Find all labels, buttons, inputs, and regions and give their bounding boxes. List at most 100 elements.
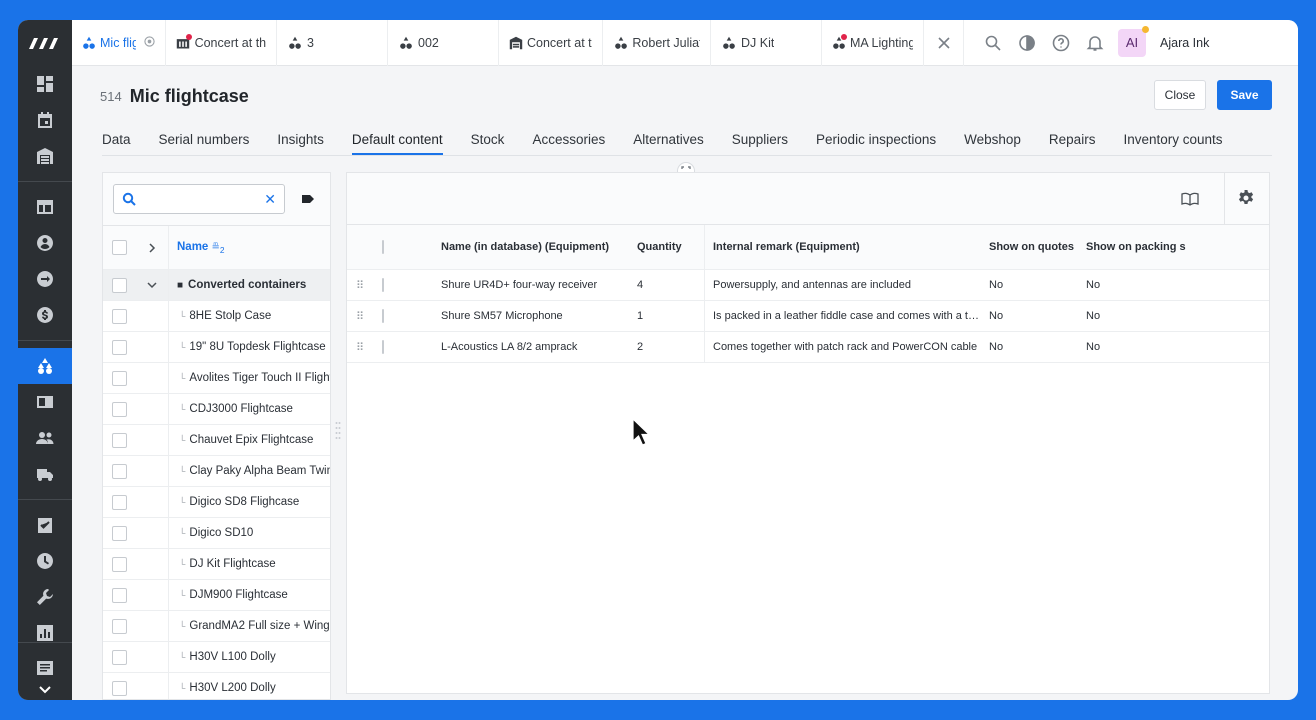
drag-handle-icon[interactable]: ⠿	[347, 279, 373, 292]
list-item-checkbox[interactable]	[112, 401, 127, 417]
tab-002[interactable]: 002	[388, 20, 499, 66]
chevron-down-icon[interactable]	[18, 686, 72, 700]
gear-icon[interactable]	[1237, 189, 1255, 207]
drag-handle-icon[interactable]: ⠿	[347, 310, 373, 323]
dashboard-icon[interactable]	[18, 66, 72, 102]
tab-webshop[interactable]: Webshop	[964, 124, 1021, 155]
cell-show-packing[interactable]: No	[1086, 310, 1186, 322]
list-item-checkbox[interactable]	[112, 587, 127, 603]
tab-inventory-counts[interactable]: Inventory counts	[1123, 124, 1222, 155]
cell-quantity[interactable]: 2	[628, 332, 705, 362]
list-item[interactable]: Digico SD8 Flighcase	[103, 486, 330, 517]
list-item-checkbox[interactable]	[112, 463, 127, 479]
list-item[interactable]: H30V L100 Dolly	[103, 641, 330, 672]
group-checkbox[interactable]	[112, 277, 127, 293]
column-header-show-quotes[interactable]: Show on quotes	[979, 241, 1086, 253]
tab-data[interactable]: Data	[102, 124, 131, 155]
cell-show-quotes[interactable]: No	[979, 279, 1086, 291]
list-item-checkbox[interactable]	[112, 494, 127, 510]
list-item[interactable]: DJM900 Flightcase	[103, 579, 330, 610]
close-button[interactable]: Close	[1154, 80, 1206, 110]
equipment-icon[interactable]	[18, 348, 72, 384]
cell-quantity[interactable]: 4	[628, 270, 705, 300]
tab-repairs[interactable]: Repairs	[1049, 124, 1096, 155]
tab-status-icon[interactable]	[144, 35, 155, 50]
tab-serial-numbers[interactable]: Serial numbers	[159, 124, 250, 155]
column-header-show-packing[interactable]: Show on packing sli	[1086, 241, 1186, 253]
cell-remark[interactable]: Is packed in a leather fiddle case and c…	[705, 310, 979, 322]
tab-periodic-inspections[interactable]: Periodic inspections	[816, 124, 936, 155]
list-item-checkbox[interactable]	[112, 649, 127, 665]
cell-show-quotes[interactable]: No	[979, 310, 1086, 322]
truck-icon[interactable]	[18, 456, 72, 492]
column-header-quantity[interactable]: Quantity	[628, 225, 705, 269]
column-header-name[interactable]: Name (in database) (Equipment)	[413, 241, 628, 253]
help-icon[interactable]	[1044, 20, 1078, 66]
bell-icon[interactable]	[1078, 20, 1112, 66]
tab-dj-kit[interactable]: DJ Kit	[711, 20, 822, 66]
table-row[interactable]: ⠿ Shure SM57 Microphone 1 Is packed in a le…	[347, 301, 1269, 332]
list-item[interactable]: H30V L200 Dolly	[103, 672, 330, 699]
tab-ma-lighting[interactable]: MA Lighting G	[822, 20, 924, 66]
cell-quantity[interactable]: 1	[628, 301, 705, 331]
tab-3[interactable]: 3	[277, 20, 388, 66]
theme-icon[interactable]	[1010, 20, 1044, 66]
tab-suppliers[interactable]: Suppliers	[732, 124, 788, 155]
list-item-checkbox[interactable]	[112, 308, 127, 324]
drag-handle-icon[interactable]: ⠿	[347, 341, 373, 354]
row-checkbox[interactable]	[382, 278, 384, 292]
list-item-checkbox[interactable]	[112, 618, 127, 634]
tab-robert-juliat[interactable]: Robert Juliat	[603, 20, 711, 66]
list-item-checkbox[interactable]	[112, 525, 127, 541]
table-row[interactable]: ⠿ Shure UR4D+ four-way receiver 4 Powersupp…	[347, 270, 1269, 301]
tab-accessories[interactable]: Accessories	[532, 124, 605, 155]
contact-icon[interactable]	[18, 225, 72, 261]
calendar-icon[interactable]	[18, 102, 72, 138]
row-checkbox[interactable]	[382, 340, 384, 354]
tab-default-content[interactable]: Default content	[351, 124, 443, 155]
app-logo[interactable]	[18, 20, 72, 66]
clear-search-icon[interactable]: ✕	[264, 191, 276, 208]
list-item-checkbox[interactable]	[112, 339, 127, 355]
list-item[interactable]: CDJ3000 Flightcase	[103, 393, 330, 424]
list-item[interactable]: GrandMA2 Full size + Wing flightcase	[103, 610, 330, 641]
people-icon[interactable]	[18, 420, 72, 456]
group-row[interactable]: ■ Converted containers	[103, 269, 330, 300]
tab-concert-location[interactable]: Concert at the	[499, 20, 603, 66]
list-item[interactable]: 8HE Stolp Case	[103, 300, 330, 331]
cell-show-quotes[interactable]: No	[979, 341, 1086, 353]
select-all-rows-checkbox[interactable]	[382, 240, 384, 254]
save-button[interactable]: Save	[1217, 80, 1272, 110]
messages-icon[interactable]	[18, 650, 72, 686]
list-item[interactable]: 19" 8U Topdesk Flightcase	[103, 331, 330, 362]
panel-resize-handle[interactable]	[335, 420, 341, 446]
book-icon[interactable]	[1181, 190, 1199, 208]
list-item-checkbox[interactable]	[112, 370, 127, 386]
name-column-header[interactable]: Name ≞2	[169, 241, 225, 255]
expand-all-chevron-icon[interactable]	[135, 226, 169, 269]
search-input[interactable]	[142, 192, 259, 206]
tab-insights[interactable]: Insights	[277, 124, 324, 155]
sync-icon[interactable]	[18, 261, 72, 297]
list-item-checkbox[interactable]	[112, 680, 127, 696]
cell-remark[interactable]: Comes together with patch rack and Power…	[705, 341, 979, 353]
tab-concert-project[interactable]: Concert at the	[166, 20, 277, 66]
table-row[interactable]: ⠿ L-Acoustics LA 8/2 amprack 2 Comes togeth…	[347, 332, 1269, 363]
user-name[interactable]: Ajara Ink	[1160, 36, 1209, 50]
tab-alternatives[interactable]: Alternatives	[633, 124, 704, 155]
list-item[interactable]: Digico SD10	[103, 517, 330, 548]
list-item[interactable]: Avolites Tiger Touch II Flightcase	[103, 362, 330, 393]
tab-mic-flightcase[interactable]: Mic flightcase	[72, 20, 166, 66]
search-field[interactable]: ✕	[113, 184, 285, 214]
tag-icon[interactable]	[301, 192, 315, 206]
warehouse-icon[interactable]	[18, 138, 72, 174]
cell-show-packing[interactable]: No	[1086, 341, 1186, 353]
clock-icon[interactable]	[18, 543, 72, 579]
list-item[interactable]: Clay Paky Alpha Beam Twin Flightcase	[103, 455, 330, 486]
task-icon[interactable]	[18, 507, 72, 543]
cell-show-packing[interactable]: No	[1086, 279, 1186, 291]
close-tabs-icon[interactable]	[924, 20, 964, 66]
row-checkbox[interactable]	[382, 309, 384, 323]
list-item-checkbox[interactable]	[112, 432, 127, 448]
tab-stock[interactable]: Stock	[471, 124, 505, 155]
